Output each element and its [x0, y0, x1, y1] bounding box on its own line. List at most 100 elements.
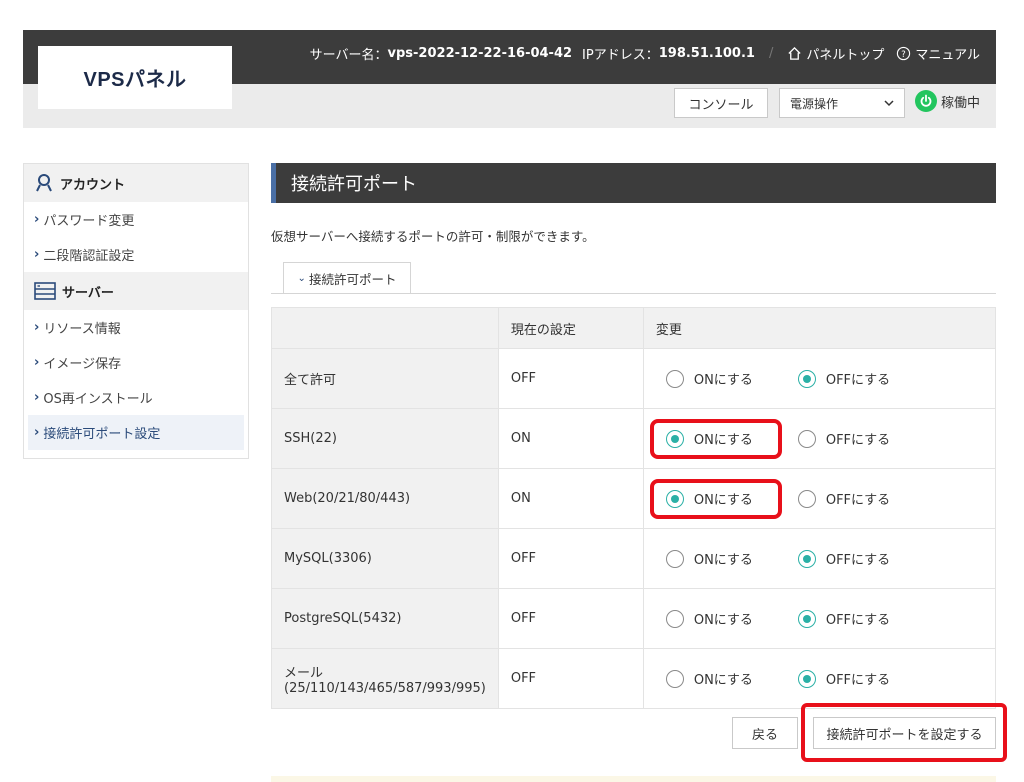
port-name: Web(20/21/80/443) — [284, 491, 411, 506]
radio-on-option[interactable]: ONにする — [649, 478, 782, 519]
port-name: メール — [284, 665, 324, 681]
table-row: SSH(22) ON ONにする OFFにする — [271, 408, 997, 469]
ip-label: IPアドレス： — [582, 48, 659, 63]
logo[interactable]: VPSパネル — [38, 46, 232, 109]
table-header-row: 現在の設定 変更 — [271, 307, 997, 349]
radio-on-option[interactable]: ONにする — [654, 663, 778, 695]
radio-on-option[interactable]: ONにする — [654, 543, 778, 575]
radio-on-option[interactable]: ONにする — [649, 418, 782, 459]
radio-group: ONにする OFFにする — [644, 418, 995, 459]
current-setting: ON — [497, 468, 644, 529]
user-icon — [36, 174, 52, 192]
current-setting: OFF — [497, 648, 644, 709]
panel-top-label: パネルトップ — [806, 48, 885, 63]
panel-top-link[interactable]: パネルトップ — [787, 44, 884, 63]
tab-ports[interactable]: ⌄ 接続許可ポート — [283, 262, 411, 294]
current-setting: OFF — [497, 528, 644, 589]
port-name-detail: (25/110/143/465/587/993/995) — [284, 680, 486, 696]
chevron-right-icon: › — [34, 247, 40, 262]
change-cell: ONにする OFFにする — [642, 408, 997, 469]
notice-strip — [271, 776, 996, 782]
manual-link[interactable]: ? マニュアル — [896, 44, 980, 63]
change-cell: ONにする OFFにする — [642, 588, 997, 649]
sidebar-heading-server-label: サーバー — [62, 285, 114, 301]
radio-off-option[interactable]: OFFにする — [786, 663, 896, 695]
power-icon — [915, 90, 937, 112]
radio-button[interactable] — [797, 669, 816, 688]
radio-button[interactable] — [797, 609, 816, 628]
power-select[interactable]: 電源操作 — [779, 88, 905, 118]
sidebar-heading-server: サーバー — [24, 272, 248, 310]
radio-group: ONにする OFFにする — [644, 478, 995, 519]
port-name: SSH(22) — [284, 431, 337, 446]
radio-button[interactable] — [665, 429, 684, 448]
radio-off-option[interactable]: OFFにする — [786, 423, 896, 455]
logo-text: VPSパネル — [83, 69, 187, 91]
radio-on-option[interactable]: ONにする — [654, 603, 778, 635]
tab-divider — [271, 293, 996, 294]
port-name-cell: SSH(22) — [271, 408, 499, 469]
radio-off-label: OFFにする — [825, 373, 891, 388]
radio-off-option[interactable]: OFFにする — [786, 483, 896, 515]
radio-off-label: OFFにする — [825, 613, 891, 628]
radio-button[interactable] — [797, 369, 816, 388]
radio-button[interactable] — [797, 429, 816, 448]
radio-off-label: OFFにする — [825, 493, 891, 508]
radio-off-option[interactable]: OFFにする — [786, 363, 896, 395]
current-setting: OFF — [497, 588, 644, 649]
home-icon — [788, 46, 801, 60]
radio-on-label: ONにする — [693, 433, 753, 448]
radio-on-option[interactable]: ONにする — [654, 363, 778, 395]
radio-group: ONにする OFFにする — [644, 663, 995, 695]
sidebar-item-os-reinstall[interactable]: › OS再インストール — [24, 380, 248, 415]
radio-button[interactable] — [665, 549, 684, 568]
radio-on-label: ONにする — [693, 493, 753, 508]
current-setting: OFF — [497, 348, 644, 409]
header-change: 変更 — [642, 307, 997, 349]
manual-label: マニュアル — [915, 48, 980, 63]
port-name: 全て許可 — [284, 373, 337, 388]
sidebar-item-label: OS再インストール — [43, 392, 153, 407]
radio-off-option[interactable]: OFFにする — [786, 543, 896, 575]
console-button[interactable]: コンソール — [674, 88, 768, 118]
radio-off-option[interactable]: OFFにする — [786, 603, 896, 635]
sidebar-item-label: 二段階認証設定 — [43, 249, 135, 264]
chevron-right-icon: › — [34, 425, 40, 440]
change-cell: ONにする OFFにする — [642, 468, 997, 529]
radio-group: ONにする OFFにする — [644, 603, 995, 635]
server-name: vps-2022-12-22-16-04-42 — [387, 46, 573, 61]
radio-button[interactable] — [665, 669, 684, 688]
table-row: PostgreSQL(5432) OFF ONにする OFFにする — [271, 588, 997, 649]
header-divider: / — [768, 46, 774, 61]
sidebar-item-label: 接続許可ポート設定 — [43, 427, 161, 442]
server-status: 稼働中 — [915, 90, 980, 112]
sidebar-item-password[interactable]: › パスワード変更 — [24, 202, 248, 237]
radio-button[interactable] — [797, 489, 816, 508]
change-cell: ONにする OFFにする — [642, 348, 997, 409]
radio-button[interactable] — [665, 609, 684, 628]
radio-button[interactable] — [665, 369, 684, 388]
chevron-right-icon: › — [34, 390, 40, 405]
server-icon — [34, 282, 56, 300]
sidebar-item-resources[interactable]: › リソース情報 — [24, 310, 248, 345]
sidebar-item-2fa[interactable]: › 二段階認証設定 — [24, 237, 248, 272]
tab-label: 接続許可ポート — [308, 272, 397, 287]
chevron-down-icon — [884, 100, 894, 107]
table-row: MySQL(3306) OFF ONにする OFFにする — [271, 528, 997, 589]
sidebar-item-label: パスワード変更 — [43, 214, 135, 229]
power-select-value: 電源操作 — [790, 96, 839, 111]
sidebar-item-ports[interactable]: › 接続許可ポート設定 — [28, 415, 244, 450]
table-row: Web(20/21/80/443) ON ONにする OFFにする — [271, 468, 997, 529]
port-name-cell: MySQL(3306) — [271, 528, 499, 589]
sidebar-item-image-save[interactable]: › イメージ保存 — [24, 345, 248, 380]
back-button[interactable]: 戻る — [732, 717, 798, 749]
radio-button[interactable] — [665, 489, 684, 508]
radio-button[interactable] — [797, 549, 816, 568]
radio-on-label: ONにする — [693, 553, 753, 568]
port-name-cell: Web(20/21/80/443) — [271, 468, 499, 529]
sidebar-item-label: イメージ保存 — [43, 357, 122, 372]
port-name-cell: 全て許可 — [271, 348, 499, 409]
header-name-cell — [271, 307, 499, 349]
table-row: メール (25/110/143/465/587/993/995) OFF ONにす… — [271, 648, 997, 709]
help-icon: ? — [897, 46, 911, 61]
